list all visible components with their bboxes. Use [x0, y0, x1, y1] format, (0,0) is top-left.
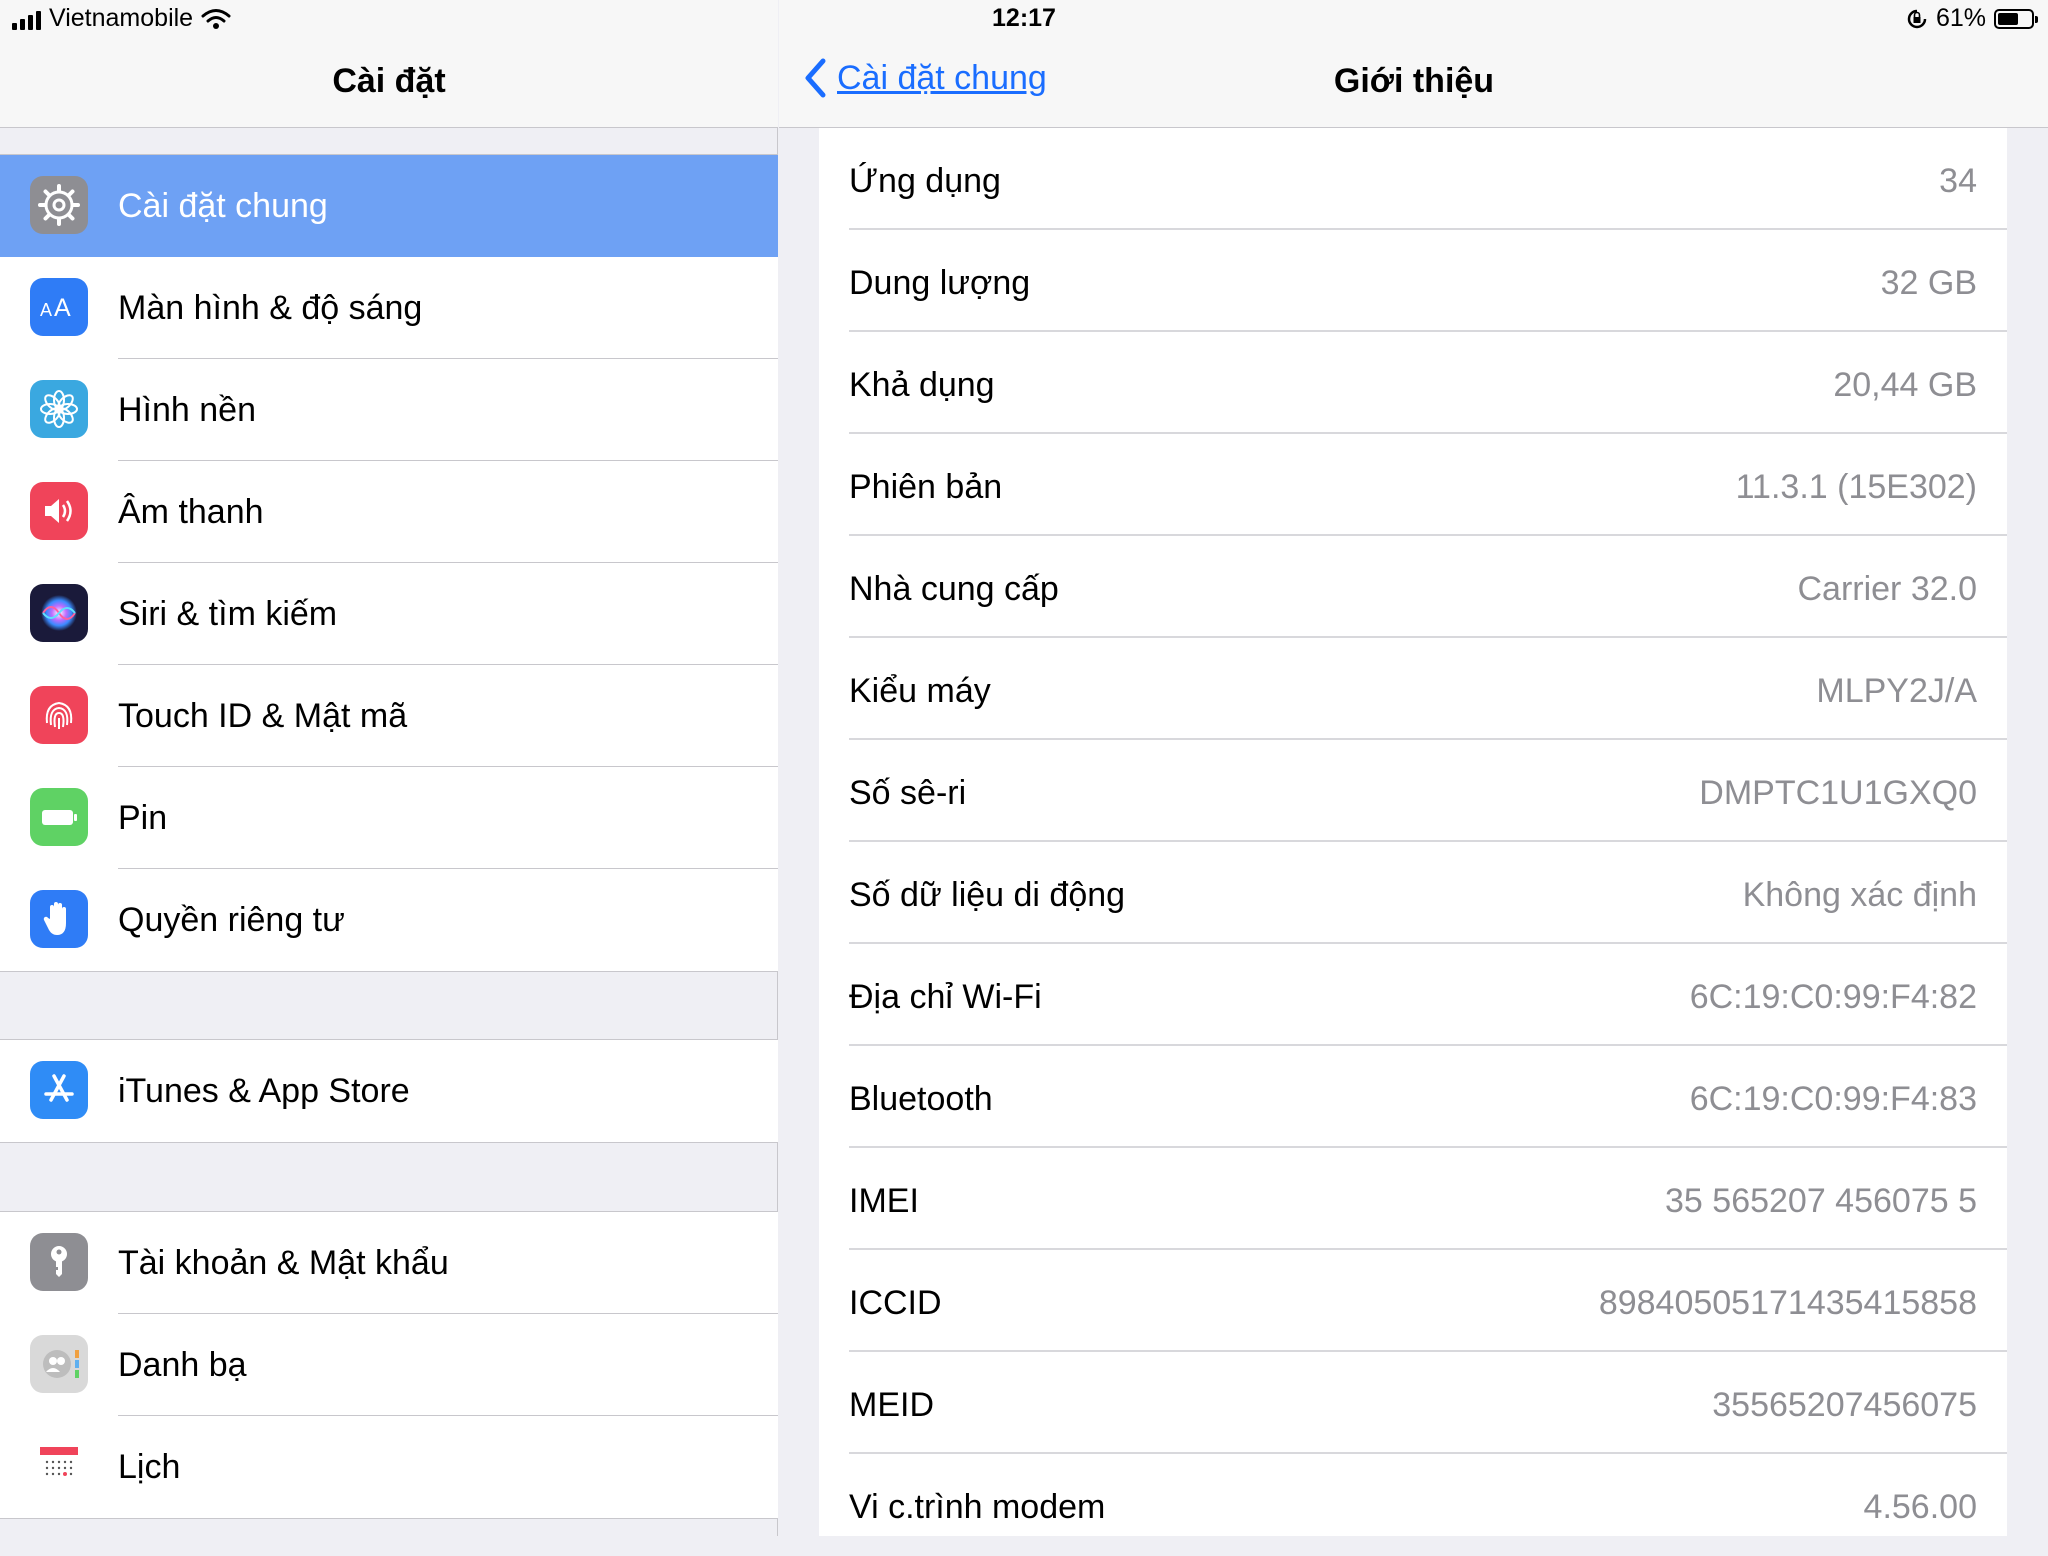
settings-group: Cài đặt chung A A Màn hình & độ sáng Hình nề… — [0, 154, 778, 972]
info-value: 20,44 GB — [1833, 366, 1977, 404]
info-row: Kiểu máy MLPY2J/A — [819, 638, 2007, 740]
calendar-icon — [30, 1437, 88, 1495]
svg-text:A: A — [54, 294, 71, 322]
info-value: 34 — [1939, 162, 1977, 200]
info-value: MLPY2J/A — [1816, 672, 1977, 710]
sidebar-item-calendar[interactable]: Lịch — [0, 1416, 778, 1518]
sidebar-item-label: Cài đặt chung — [118, 186, 328, 225]
info-row: Vi c.trình modem 4.56.00 — [819, 1454, 2007, 1556]
info-row: Địa chỉ Wi-Fi 6C:19:C0:99:F4:82 — [819, 944, 2007, 1046]
sidebar-item-label: Quyền riêng tư — [118, 900, 345, 939]
status-time: 12:17 — [992, 4, 1056, 32]
info-key: Khả dụng — [849, 366, 995, 404]
info-row: ICCID 89840505171435415858 — [819, 1250, 2007, 1352]
app-store-icon — [30, 1061, 88, 1119]
speaker-icon — [30, 482, 88, 540]
info-row: Nhà cung cấp Carrier 32.0 — [819, 536, 2007, 638]
battery-icon — [1994, 8, 2038, 29]
info-key: Dung lượng — [849, 264, 1031, 302]
sidebar-item-label: Touch ID & Mật mã — [118, 696, 408, 735]
info-row: Khả dụng 20,44 GB — [819, 332, 2007, 434]
info-row: Số sê-ri DMPTC1U1GXQ0 — [819, 740, 2007, 842]
sidebar-item-label: Danh bạ — [118, 1345, 247, 1384]
fingerprint-icon — [30, 686, 88, 744]
info-key: Phiên bản — [849, 468, 1003, 506]
key-icon — [30, 1233, 88, 1291]
info-value: 11.3.1 (15E302) — [1735, 468, 1977, 506]
about-detail-pane[interactable]: Cài đặt chung Giới thiệu Ứng dụng 34 Dung … — [779, 0, 2048, 1536]
about-list: Ứng dụng 34 Dung lượng 32 GB Khả dụng 20,44 G… — [819, 128, 2007, 1536]
info-key: Số sê-ri — [849, 774, 967, 812]
sidebar-item-label: Hình nền — [118, 390, 256, 429]
sidebar-item-key[interactable]: Tài khoản & Mật khẩu — [0, 1212, 778, 1314]
info-value: 32 GB — [1880, 264, 1977, 302]
info-value: 6C:19:C0:99:F4:83 — [1689, 1080, 1977, 1118]
status-right: 61% — [1906, 4, 2038, 33]
info-key: Ứng dụng — [849, 162, 1001, 200]
info-key: Kiểu máy — [849, 672, 991, 710]
sidebar-item-label: Tài khoản & Mật khẩu — [118, 1243, 449, 1282]
sidebar-item-label: Siri & tìm kiếm — [118, 594, 338, 633]
sidebar-item-speaker[interactable]: Âm thanh — [0, 461, 778, 563]
info-key: Địa chỉ Wi-Fi — [849, 978, 1042, 1016]
info-value: 35 565207 456075 5 — [1665, 1182, 1977, 1220]
battery-fill — [1998, 12, 2018, 25]
settings-sidebar[interactable]: Cài đặt Cài đặt chung A A Màn hình & độ sán… — [0, 0, 778, 1536]
info-key: ICCID — [849, 1284, 942, 1322]
info-row: Số dữ liệu di động Không xác định — [819, 842, 2007, 944]
info-row: Phiên bản 11.3.1 (15E302) — [819, 434, 2007, 536]
info-row: MEID 35565207456075 — [819, 1352, 2007, 1454]
sidebar-item-gear[interactable]: Cài đặt chung — [0, 155, 778, 257]
sidebar-item-text-size[interactable]: A A Màn hình & độ sáng — [0, 257, 778, 359]
sidebar-item-fingerprint[interactable]: Touch ID & Mật mã — [0, 665, 778, 767]
info-value: 89840505171435415858 — [1598, 1284, 1977, 1322]
info-value: Carrier 32.0 — [1797, 570, 1977, 608]
info-row: Dung lượng 32 GB — [819, 230, 2007, 332]
sidebar-item-flower[interactable]: Hình nền — [0, 359, 778, 461]
info-key: Bluetooth — [849, 1080, 993, 1118]
info-value: 4.56.00 — [1863, 1488, 1977, 1526]
info-key: MEID — [849, 1386, 934, 1424]
sidebar-item-label: Màn hình & độ sáng — [118, 288, 423, 327]
info-key: Vi c.trình modem — [849, 1488, 1106, 1526]
info-row: Bluetooth 6C:19:C0:99:F4:83 — [819, 1046, 2007, 1148]
sidebar-item-contacts[interactable]: Danh bạ — [0, 1314, 778, 1416]
sidebar-item-label: Lịch — [118, 1447, 181, 1486]
info-row: IMEI 35 565207 456075 5 — [819, 1148, 2007, 1250]
info-value: DMPTC1U1GXQ0 — [1699, 774, 1977, 812]
page-title: Giới thiệu — [1333, 62, 1495, 100]
settings-group: iTunes & App Store — [0, 1039, 778, 1143]
info-value: Không xác định — [1742, 876, 1977, 914]
sidebar-item-app-store[interactable]: iTunes & App Store — [0, 1040, 778, 1142]
sidebar-item-battery[interactable]: Pin — [0, 767, 778, 869]
info-key: Số dữ liệu di động — [849, 876, 1126, 914]
svg-text:A: A — [40, 300, 52, 320]
sidebar-item-label: iTunes & App Store — [118, 1071, 410, 1110]
settings-group: Tài khoản & Mật khẩu Danh bạ Lịch — [0, 1211, 778, 1519]
flower-icon — [30, 380, 88, 438]
siri-icon — [30, 584, 88, 642]
info-key: IMEI — [849, 1182, 919, 1220]
sidebar-item-label: Pin — [118, 798, 168, 837]
sidebar-item-hand[interactable]: Quyền riêng tư — [0, 869, 778, 971]
hand-icon — [30, 890, 88, 948]
battery-icon — [30, 788, 88, 846]
battery-percent: 61% — [1935, 4, 1986, 32]
rotation-lock-icon — [1907, 9, 1927, 28]
status-bar: Vietnamobile 12:17 61% — [0, 0, 2048, 40]
info-value: 6C:19:C0:99:F4:82 — [1689, 978, 1977, 1016]
info-value: 35565207456075 — [1712, 1386, 1977, 1424]
sidebar-item-siri[interactable]: Siri & tìm kiếm — [0, 563, 778, 665]
info-key: Nhà cung cấp — [849, 570, 1059, 608]
gear-icon — [30, 176, 88, 234]
info-row: Ứng dụng 34 — [819, 128, 2007, 230]
sidebar-title: Cài đặt — [332, 62, 446, 100]
sidebar-item-label: Âm thanh — [118, 492, 264, 531]
text-size-icon: AA — [30, 278, 88, 336]
contacts-icon — [30, 1335, 88, 1393]
